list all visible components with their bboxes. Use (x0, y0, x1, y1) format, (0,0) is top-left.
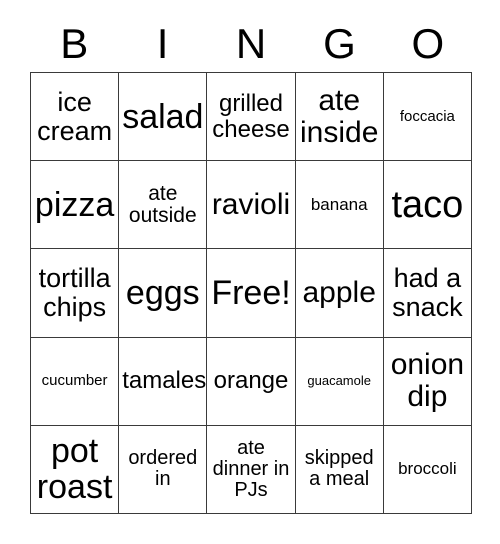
bingo-grid: ice cream salad grilled cheese ate insid… (30, 72, 472, 514)
bingo-cell-o3[interactable]: had a snack (383, 249, 472, 338)
bingo-cell-b1[interactable]: ice cream (31, 73, 120, 162)
bingo-cell-g1[interactable]: ate inside (295, 73, 384, 162)
bingo-cell-n4[interactable]: orange (207, 337, 296, 426)
bingo-header-letter-n: N (235, 20, 267, 67)
bingo-cell-label: foccacia (399, 107, 455, 125)
bingo-cell-label: ate outside (128, 181, 197, 227)
bingo-free-space-label: Free! (211, 273, 291, 312)
bingo-cell-label: ate inside (300, 83, 379, 149)
bingo-cell-label: tamales (122, 367, 207, 395)
bingo-header-row: B I N G O (30, 16, 472, 72)
bingo-cell-label: pizza (34, 185, 115, 224)
bingo-cell-label: had a snack (392, 263, 463, 322)
bingo-cell-label: ate dinner in PJs (212, 436, 290, 501)
bingo-cell-label: guacamole (307, 373, 371, 389)
bingo-cell-label: ordered in (128, 447, 198, 491)
bingo-cell-label: cucumber (41, 372, 108, 390)
bingo-cell-n2[interactable]: ravioli (207, 161, 296, 250)
bingo-cell-b2[interactable]: pizza (31, 161, 120, 250)
bingo-header-letter-o: O (411, 20, 445, 67)
bingo-cell-label: broccoli (398, 459, 457, 479)
bingo-cell-label: eggs (125, 273, 200, 312)
bingo-cell-o5[interactable]: broccoli (383, 425, 472, 514)
bingo-cell-o4[interactable]: onion dip (383, 337, 472, 426)
bingo-cell-label: ice cream (37, 86, 113, 146)
bingo-cell-i1[interactable]: salad (119, 73, 208, 162)
bingo-cell-label: grilled cheese (212, 90, 290, 143)
bingo-cell-n5[interactable]: ate dinner in PJs (207, 425, 296, 514)
bingo-header-letter-b: B (60, 20, 89, 67)
bingo-cell-label: ravioli (211, 187, 291, 221)
bingo-cell-label: orange (213, 367, 289, 395)
bingo-cell-label: apple (302, 276, 376, 310)
bingo-cell-b5[interactable]: pot roast (31, 425, 120, 514)
bingo-card: B I N G O ice cream salad grilled cheese… (0, 0, 500, 544)
bingo-cell-label: salad (122, 97, 204, 136)
bingo-cell-g2[interactable]: banana (295, 161, 384, 250)
bingo-cell-label: onion dip (390, 348, 465, 414)
bingo-cell-g5[interactable]: skipped a meal (295, 425, 384, 514)
bingo-cell-free-space[interactable]: Free! (207, 249, 296, 338)
bingo-cell-label: banana (310, 194, 368, 214)
bingo-cell-label: pot roast (36, 432, 113, 507)
bingo-cell-g3[interactable]: apple (295, 249, 384, 338)
bingo-cell-i3[interactable]: eggs (119, 249, 208, 338)
bingo-cell-i2[interactable]: ate outside (119, 161, 208, 250)
bingo-cell-n1[interactable]: grilled cheese (207, 73, 296, 162)
bingo-cell-label: skipped a meal (304, 447, 374, 491)
bingo-cell-label: taco (391, 183, 464, 226)
bingo-cell-i5[interactable]: ordered in (119, 425, 208, 514)
bingo-header-letter-i: I (156, 20, 169, 67)
bingo-cell-label: tortilla chips (38, 263, 111, 322)
bingo-cell-i4[interactable]: tamales (119, 337, 208, 426)
bingo-cell-g4[interactable]: guacamole (295, 337, 384, 426)
bingo-cell-b3[interactable]: tortilla chips (31, 249, 120, 338)
bingo-header-letter-g: G (323, 20, 356, 67)
bingo-cell-o1[interactable]: foccacia (383, 73, 472, 162)
bingo-cell-o2[interactable]: taco (383, 161, 472, 250)
bingo-cell-b4[interactable]: cucumber (31, 337, 120, 426)
